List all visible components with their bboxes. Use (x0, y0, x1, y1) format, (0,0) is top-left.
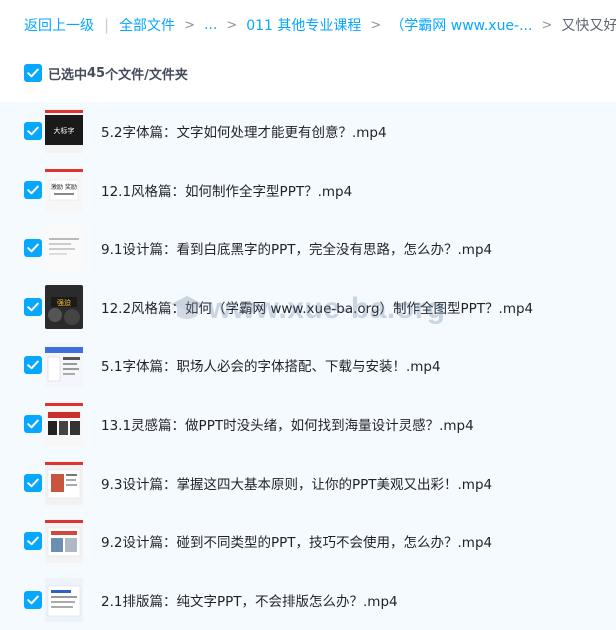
row-checkbox[interactable] (24, 356, 42, 375)
back-link[interactable]: 返回上一级 (24, 15, 94, 35)
row-checkbox[interactable] (24, 473, 42, 492)
file-row[interactable]: 13.1灵感篇：做PPT时没头绪，如何找到海量设计灵感？.mp4 (0, 395, 616, 454)
selection-summary: 已选中 45 个文件/文件夹 (24, 63, 188, 83)
row-checkbox[interactable] (24, 415, 42, 433)
file-row[interactable]: 大标字 5.2字体篇：文字如何处理才能更有创意？.mp4 (0, 102, 616, 161)
video-thumbnail: 强迫 (45, 284, 83, 329)
file-name[interactable]: 9.2设计篇：碰到不同类型的PPT，技巧不会使用，怎么办？.mp4 (101, 531, 492, 551)
video-thumbnail (45, 577, 83, 622)
file-name[interactable]: 12.2风格篇：如何（学霸网 www.xue-ba.org）制作全图型PPT？.… (101, 297, 533, 317)
chevron-right-icon: > (226, 17, 238, 33)
video-thumbnail: 大标字 (45, 109, 83, 153)
file-name[interactable]: 13.1灵感篇：做PPT时没头绪，如何找到海量设计灵感？.mp4 (101, 414, 474, 434)
video-thumbnail: 激励 奖励 (45, 167, 83, 212)
video-thumbnail (45, 402, 83, 446)
file-name[interactable]: 9.3设计篇：掌握这四大基本原则，让你的PPT美观又出彩！.mp4 (101, 473, 492, 493)
file-row[interactable]: 9.1设计篇：看到白底黑字的PPT，完全没有思路，怎么办？.mp4 (0, 219, 616, 278)
checkmark-icon (27, 478, 39, 487)
file-name[interactable]: 5.1字体篇：职场人必会的字体搭配、下载与安装！.mp4 (101, 355, 441, 375)
row-checkbox[interactable] (24, 532, 42, 551)
file-row[interactable]: 激励 奖励 12.1风格篇：如何制作全字型PPT？.mp4 (0, 161, 616, 220)
row-checkbox[interactable] (24, 297, 42, 316)
file-row[interactable]: 5.1字体篇：职场人必会的字体搭配、下载与安装！.mp4 (0, 336, 616, 395)
video-thumbnail (45, 343, 83, 388)
checkmark-icon (27, 126, 39, 136)
breadcrumb-ellipsis[interactable]: ... (204, 17, 217, 33)
row-checkbox[interactable] (24, 239, 42, 258)
chevron-right-icon: > (370, 17, 382, 33)
checkmark-icon (27, 595, 39, 605)
file-name[interactable]: 12.1风格篇：如何制作全字型PPT？.mp4 (101, 180, 352, 200)
file-name[interactable]: 9.1设计篇：看到白底黑字的PPT，完全没有思路，怎么办？.mp4 (101, 238, 492, 258)
file-row[interactable]: 强迫 12.2风格篇：如何（学霸网 www.xue-ba.org）制作全图型PP… (0, 278, 616, 337)
row-checkbox[interactable] (24, 180, 42, 199)
selection-count: 45 (87, 65, 106, 81)
breadcrumb-current-folder: 又快又好搞定工 (561, 18, 616, 34)
thumb-caption: 大标字 (54, 126, 75, 135)
checkmark-icon (27, 536, 39, 546)
chevron-right-icon: > (541, 17, 553, 33)
select-all-checkbox[interactable] (24, 64, 42, 82)
selection-suffix: 个文件/文件夹 (105, 67, 188, 83)
selection-prefix: 已选中 (48, 67, 88, 83)
breadcrumb-folder-xueba[interactable]: （学霸网 www.xue-... (390, 15, 532, 35)
file-name[interactable]: 2.1排版篇：纯文字PPT，不会排版怎么办？.mp4 (101, 590, 398, 610)
file-row[interactable]: 2.1排版篇：纯文字PPT，不会排版怎么办？.mp4 (0, 571, 616, 630)
checkmark-icon (27, 68, 39, 78)
breadcrumb-all-files[interactable]: 全部文件 (119, 15, 175, 35)
checkmark-icon (27, 185, 39, 194)
breadcrumb-divider: | (104, 16, 110, 34)
thumb-caption: 强迫 (57, 298, 71, 307)
video-thumbnail (45, 460, 83, 505)
video-thumbnail (45, 226, 83, 271)
checkmark-icon (27, 360, 39, 370)
file-name[interactable]: 5.2字体篇：文字如何处理才能更有创意？.mp4 (101, 121, 387, 141)
thumb-caption: 激励 奖励 (51, 183, 77, 191)
file-list: 大标字 5.2字体篇：文字如何处理才能更有创意？.mp4 激励 奖励 12.1风… (0, 102, 616, 630)
checkmark-icon (27, 419, 39, 429)
breadcrumb-folder-other-courses[interactable]: 011 其他专业课程 (246, 15, 361, 35)
file-row[interactable]: 9.3设计篇：掌握这四大基本原则，让你的PPT美观又出彩！.mp4 (0, 454, 616, 513)
checkmark-icon (27, 243, 39, 253)
chevron-right-icon: > (184, 17, 195, 33)
breadcrumb: 返回上一级 | 全部文件 > ... > 011 其他专业课程 > （学霸网 w… (0, 0, 616, 50)
row-checkbox[interactable] (24, 590, 42, 609)
video-thumbnail (45, 519, 83, 564)
file-row[interactable]: 9.2设计篇：碰到不同类型的PPT，技巧不会使用，怎么办？.mp4 (0, 512, 616, 571)
row-checkbox[interactable] (24, 122, 42, 140)
checkmark-icon (27, 302, 39, 312)
